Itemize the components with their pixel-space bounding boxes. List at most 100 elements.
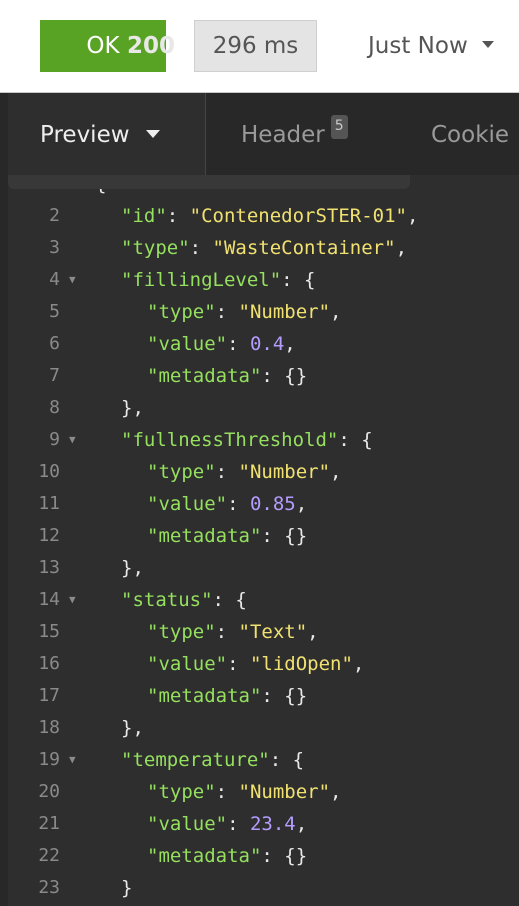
chevron-down-icon bbox=[481, 41, 494, 48]
code-line: 6 "value": 0.4, bbox=[8, 328, 519, 360]
json-punctuation: : bbox=[215, 621, 239, 643]
json-punctuation: : bbox=[227, 653, 250, 675]
json-preview-editor[interactable]: 1{2"id": "ContenedorSTER-01",3"type": "W… bbox=[8, 175, 519, 906]
json-punctuation: , bbox=[330, 461, 342, 483]
json-punctuation: , bbox=[295, 813, 308, 835]
code-line: 15 "type": "Text", bbox=[8, 616, 519, 648]
json-key: "value" bbox=[147, 653, 228, 675]
json-string: "Number" bbox=[238, 781, 331, 803]
json-punctuation: }, bbox=[121, 557, 144, 579]
json-key: "temperature" bbox=[121, 749, 270, 771]
line-number: 6 bbox=[49, 333, 60, 354]
tab-header[interactable]: Header 5 bbox=[241, 93, 348, 175]
tab-preview-label: Preview bbox=[40, 122, 130, 148]
json-key: "value" bbox=[147, 493, 228, 515]
code-line: 13}, bbox=[8, 552, 519, 584]
fold-arrow-icon[interactable]: ▼ bbox=[69, 744, 76, 776]
line-number: 20 bbox=[38, 781, 60, 802]
json-key: "metadata" bbox=[147, 685, 262, 707]
code-line: 17 "metadata": {} bbox=[8, 680, 519, 712]
code-text: "value": "lidOpen", bbox=[95, 648, 364, 680]
line-number: 8 bbox=[49, 397, 60, 418]
json-key: "fullnessThreshold" bbox=[121, 429, 339, 451]
line-number: 12 bbox=[38, 525, 60, 546]
response-status-bar: 200 OK 296 ms Just Now bbox=[0, 0, 519, 93]
line-number: 11 bbox=[38, 493, 60, 514]
json-punctuation: , bbox=[307, 621, 319, 643]
json-punctuation: , bbox=[395, 237, 408, 259]
json-key: "status" bbox=[121, 589, 213, 611]
json-punctuation: : { bbox=[212, 589, 247, 611]
code-text: "type": "Text", bbox=[95, 616, 319, 648]
fold-arrow-icon[interactable]: ▼ bbox=[69, 264, 76, 296]
response-history-dropdown[interactable]: Just Now bbox=[368, 20, 494, 72]
code-line: 19 ▼ "temperature": { bbox=[8, 744, 519, 776]
code-text: "type": "Number", bbox=[95, 296, 342, 328]
code-line: 14 ▼ "status": { bbox=[8, 584, 519, 616]
line-number: 23 bbox=[38, 877, 60, 898]
status-text: OK bbox=[86, 33, 120, 59]
json-punctuation: : bbox=[227, 333, 250, 355]
code-line: 18}, bbox=[8, 712, 519, 744]
json-string: "Number" bbox=[238, 301, 331, 323]
line-number: 2 bbox=[49, 205, 60, 226]
json-number: 0.4 bbox=[249, 333, 285, 355]
code-text: "status": { bbox=[95, 584, 247, 616]
code-text: }, bbox=[95, 552, 144, 584]
code-text: "metadata": {} bbox=[95, 680, 307, 712]
json-key: "type" bbox=[147, 621, 216, 643]
json-punctuation: : bbox=[166, 205, 190, 227]
line-number: 17 bbox=[38, 685, 60, 706]
code-line: 2 "id": "ContenedorSTER-01", bbox=[8, 200, 519, 232]
code-text: "value": 0.4, bbox=[95, 328, 296, 360]
json-number: 23.4 bbox=[249, 813, 296, 835]
code-text: "metadata": {} bbox=[95, 360, 307, 392]
tab-cookie[interactable]: Cookie bbox=[431, 93, 509, 175]
json-punctuation: : bbox=[215, 781, 239, 803]
line-number: 19 bbox=[38, 749, 60, 770]
code-text: "metadata": {} bbox=[95, 840, 307, 872]
json-key: "type" bbox=[147, 301, 216, 323]
fold-arrow-icon[interactable]: ▼ bbox=[69, 424, 76, 456]
json-punctuation: , bbox=[295, 493, 308, 515]
tab-cookie-label: Cookie bbox=[431, 122, 510, 148]
line-number: 13 bbox=[38, 557, 60, 578]
line-number: 14 bbox=[38, 589, 60, 610]
tab-preview[interactable]: Preview bbox=[8, 93, 206, 175]
line-number: 22 bbox=[38, 845, 60, 866]
json-punctuation: , bbox=[407, 205, 419, 227]
code-text: } bbox=[95, 872, 132, 904]
json-key: "metadata" bbox=[147, 845, 262, 867]
fold-arrow-icon[interactable]: ▼ bbox=[69, 584, 76, 616]
code-text: "value": 23.4, bbox=[95, 808, 307, 840]
json-key: "metadata" bbox=[147, 365, 262, 387]
line-number: 5 bbox=[49, 301, 60, 322]
line-number: 3 bbox=[49, 237, 60, 258]
json-punctuation: , bbox=[330, 301, 342, 323]
header-count-badge: 5 bbox=[330, 115, 348, 139]
code-text: "type": "WasteContainer", bbox=[95, 232, 407, 264]
code-line: 12 "metadata": {} bbox=[8, 520, 519, 552]
json-key: "value" bbox=[147, 333, 228, 355]
json-punctuation: , bbox=[284, 333, 296, 355]
json-punctuation: : {} bbox=[261, 525, 308, 547]
code-text: }, bbox=[95, 392, 144, 424]
line-number: 21 bbox=[38, 813, 60, 834]
response-tabs: Preview Header 5 Cookie bbox=[0, 93, 519, 175]
json-key: "fillingLevel" bbox=[121, 269, 282, 291]
json-punctuation: , bbox=[330, 781, 342, 803]
json-punctuation: }, bbox=[121, 397, 144, 419]
code-text: "value": 0.85, bbox=[95, 488, 307, 520]
code-text: "type": "Number", bbox=[95, 776, 342, 808]
code-lines: 1{2"id": "ContenedorSTER-01",3"type": "W… bbox=[8, 175, 519, 904]
json-string: "Number" bbox=[238, 461, 331, 483]
code-line: 23} bbox=[8, 872, 519, 904]
json-punctuation: : bbox=[215, 301, 239, 323]
code-line: 16 "value": "lidOpen", bbox=[8, 648, 519, 680]
json-string: "lidOpen" bbox=[249, 653, 353, 675]
code-text: "metadata": {} bbox=[95, 520, 307, 552]
code-text: "fillingLevel": { bbox=[95, 264, 315, 296]
json-key: "id" bbox=[121, 205, 167, 227]
json-number: 0.85 bbox=[249, 493, 296, 515]
code-text: }, bbox=[95, 712, 144, 744]
